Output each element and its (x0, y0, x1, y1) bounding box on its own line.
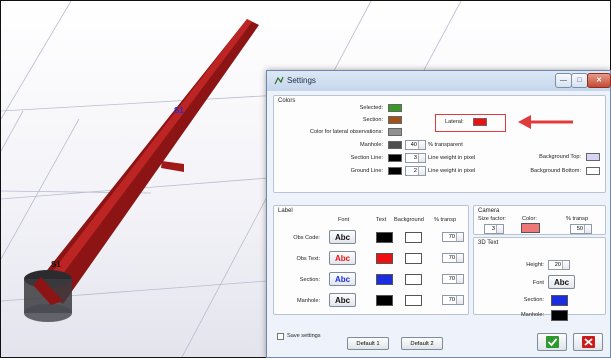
camera-color-swatch[interactable] (521, 223, 540, 233)
manhole-cylinder (24, 270, 72, 322)
label-row-transp-stepper[interactable]: 70 (442, 274, 464, 284)
label-row-bg-color[interactable] (405, 253, 422, 264)
cancel-button[interactable] (573, 333, 603, 351)
text3d-height-stepper[interactable]: 20 (548, 260, 570, 270)
close-button[interactable]: ✕ (587, 73, 611, 88)
default2-button[interactable]: Default 2 (401, 337, 443, 350)
text3d-manhole-color[interactable] (551, 310, 568, 321)
scene-label-top: S1 (174, 106, 184, 115)
label-row-text-color[interactable] (376, 274, 393, 285)
label-row-font-button[interactable]: Abc (329, 293, 356, 307)
label-row-font-button[interactable]: Abc (329, 251, 356, 265)
checkmark-icon (546, 336, 559, 348)
bg-top-color-swatch[interactable] (586, 153, 600, 161)
ground-line-label: Ground Line: (350, 168, 383, 174)
section-color-label: Section: (362, 117, 383, 123)
label-row-text-color[interactable] (376, 232, 393, 243)
text3d-manhole-label: Manhole: (520, 312, 544, 318)
save-settings-checkbox[interactable] (277, 333, 284, 340)
dialog-title: Settings (287, 76, 316, 85)
label-row-font-button[interactable]: Abc (329, 230, 356, 244)
label-row-name: Obs Code: (293, 235, 320, 241)
bg-bottom-label: Background Bottom: (530, 168, 581, 174)
label-header-transp: % transp (434, 217, 457, 223)
label-row-transp-stepper[interactable]: 70 (442, 253, 464, 263)
selected-color-swatch[interactable] (388, 104, 402, 112)
close-icon: ✕ (596, 77, 602, 84)
colors-group: Colors Selected: Section: Color for late… (273, 95, 606, 193)
pipe-highlight (39, 19, 252, 295)
camera-transp-stepper[interactable]: 50 (570, 224, 592, 234)
section-line-label: Section Line: (350, 155, 383, 161)
label-row-text-color[interactable] (376, 253, 393, 264)
manhole-color-swatch[interactable] (388, 141, 402, 149)
annotation-arrow-icon (518, 115, 573, 129)
label-row-bg-color[interactable] (405, 274, 422, 285)
label-group-label: Label (278, 208, 293, 214)
label-row-text-color[interactable] (376, 295, 393, 306)
bg-bottom-color-swatch[interactable] (586, 167, 600, 175)
settings-dialog: Settings — □ ✕ Colors Selected: Section:… (266, 70, 611, 358)
text3d-font-label: Font (532, 280, 544, 286)
lateral-label: Lateral: (445, 119, 464, 125)
manhole-transparency-unit: % transparent (428, 142, 463, 148)
x-mark-icon (582, 336, 595, 348)
camera-size-factor-label: Size factor: (478, 216, 506, 222)
save-settings-label: Save settings (287, 333, 321, 339)
text3d-font-button[interactable]: Abc (548, 275, 575, 289)
scene-label-bottom: S1 (51, 260, 61, 269)
settings-app-icon (274, 76, 284, 85)
label-row-name: Section: (299, 277, 320, 283)
lateral-obs-color-swatch[interactable] (388, 128, 402, 136)
colors-group-label: Colors (278, 98, 296, 104)
label-row-font-button[interactable]: Abc (329, 272, 356, 286)
label-header-font: Font (338, 217, 350, 223)
camera-transp-label: % transp (566, 216, 589, 222)
bg-top-label: Background Top: (539, 154, 581, 160)
label-row-transp-stepper[interactable]: 70 (442, 232, 464, 242)
text3d-height-label: Height: (526, 262, 544, 268)
ground-line-color-swatch[interactable] (388, 167, 402, 175)
label-header-text: Text (376, 217, 387, 223)
camera-color-label: Color: (522, 216, 537, 222)
camera-group-label: Camera (478, 208, 500, 214)
text3d-section-label: Section: (523, 297, 544, 303)
label-row-transp-stepper[interactable]: 70 (442, 295, 464, 305)
lateral-stub (161, 161, 184, 172)
label-row-name: Manhole: (296, 298, 320, 304)
text3d-group: 3D Text Height: 20 Font Abc Section: Man… (473, 237, 606, 321)
camera-group: Camera Size factor: 3 Color: % transp 50 (473, 205, 606, 235)
camera-size-factor-stepper[interactable]: 3 (484, 224, 504, 234)
selected-label: Selected: (359, 105, 383, 111)
minimize-button[interactable]: — (555, 73, 572, 88)
label-row-bg-color[interactable] (405, 232, 422, 243)
ground-line-weight-stepper[interactable]: 2 (405, 166, 426, 176)
text3d-section-color[interactable] (551, 295, 568, 306)
ok-button[interactable] (537, 333, 567, 351)
maximize-button[interactable]: □ (571, 73, 588, 88)
maximize-icon: □ (577, 77, 582, 84)
section-line-unit: Line weight in pixel (428, 155, 476, 161)
section-line-weight-stepper[interactable]: 3 (405, 153, 426, 163)
text3d-group-label: 3D Text (478, 240, 499, 246)
label-group: Label Font Text Background % transp Obs … (273, 205, 469, 315)
minimize-icon: — (560, 77, 567, 84)
label-row-name: Obs Text: (296, 256, 320, 262)
section-line-color-swatch[interactable] (388, 154, 402, 162)
section-color-swatch[interactable] (388, 116, 402, 124)
lateral-color-swatch[interactable] (473, 118, 487, 126)
label-header-background: Background (394, 217, 424, 223)
ground-line-unit: Line weight in pixel (428, 168, 476, 174)
dialog-title-bar[interactable]: Settings — □ ✕ (267, 71, 611, 91)
label-row-bg-color[interactable] (405, 295, 422, 306)
lateral-obs-label: Color for lateral observations: (309, 129, 383, 135)
manhole-color-label: Manhole: (359, 142, 383, 148)
manhole-transparency-stepper[interactable]: 40 (405, 140, 426, 150)
default1-button[interactable]: Default 1 (347, 337, 389, 350)
